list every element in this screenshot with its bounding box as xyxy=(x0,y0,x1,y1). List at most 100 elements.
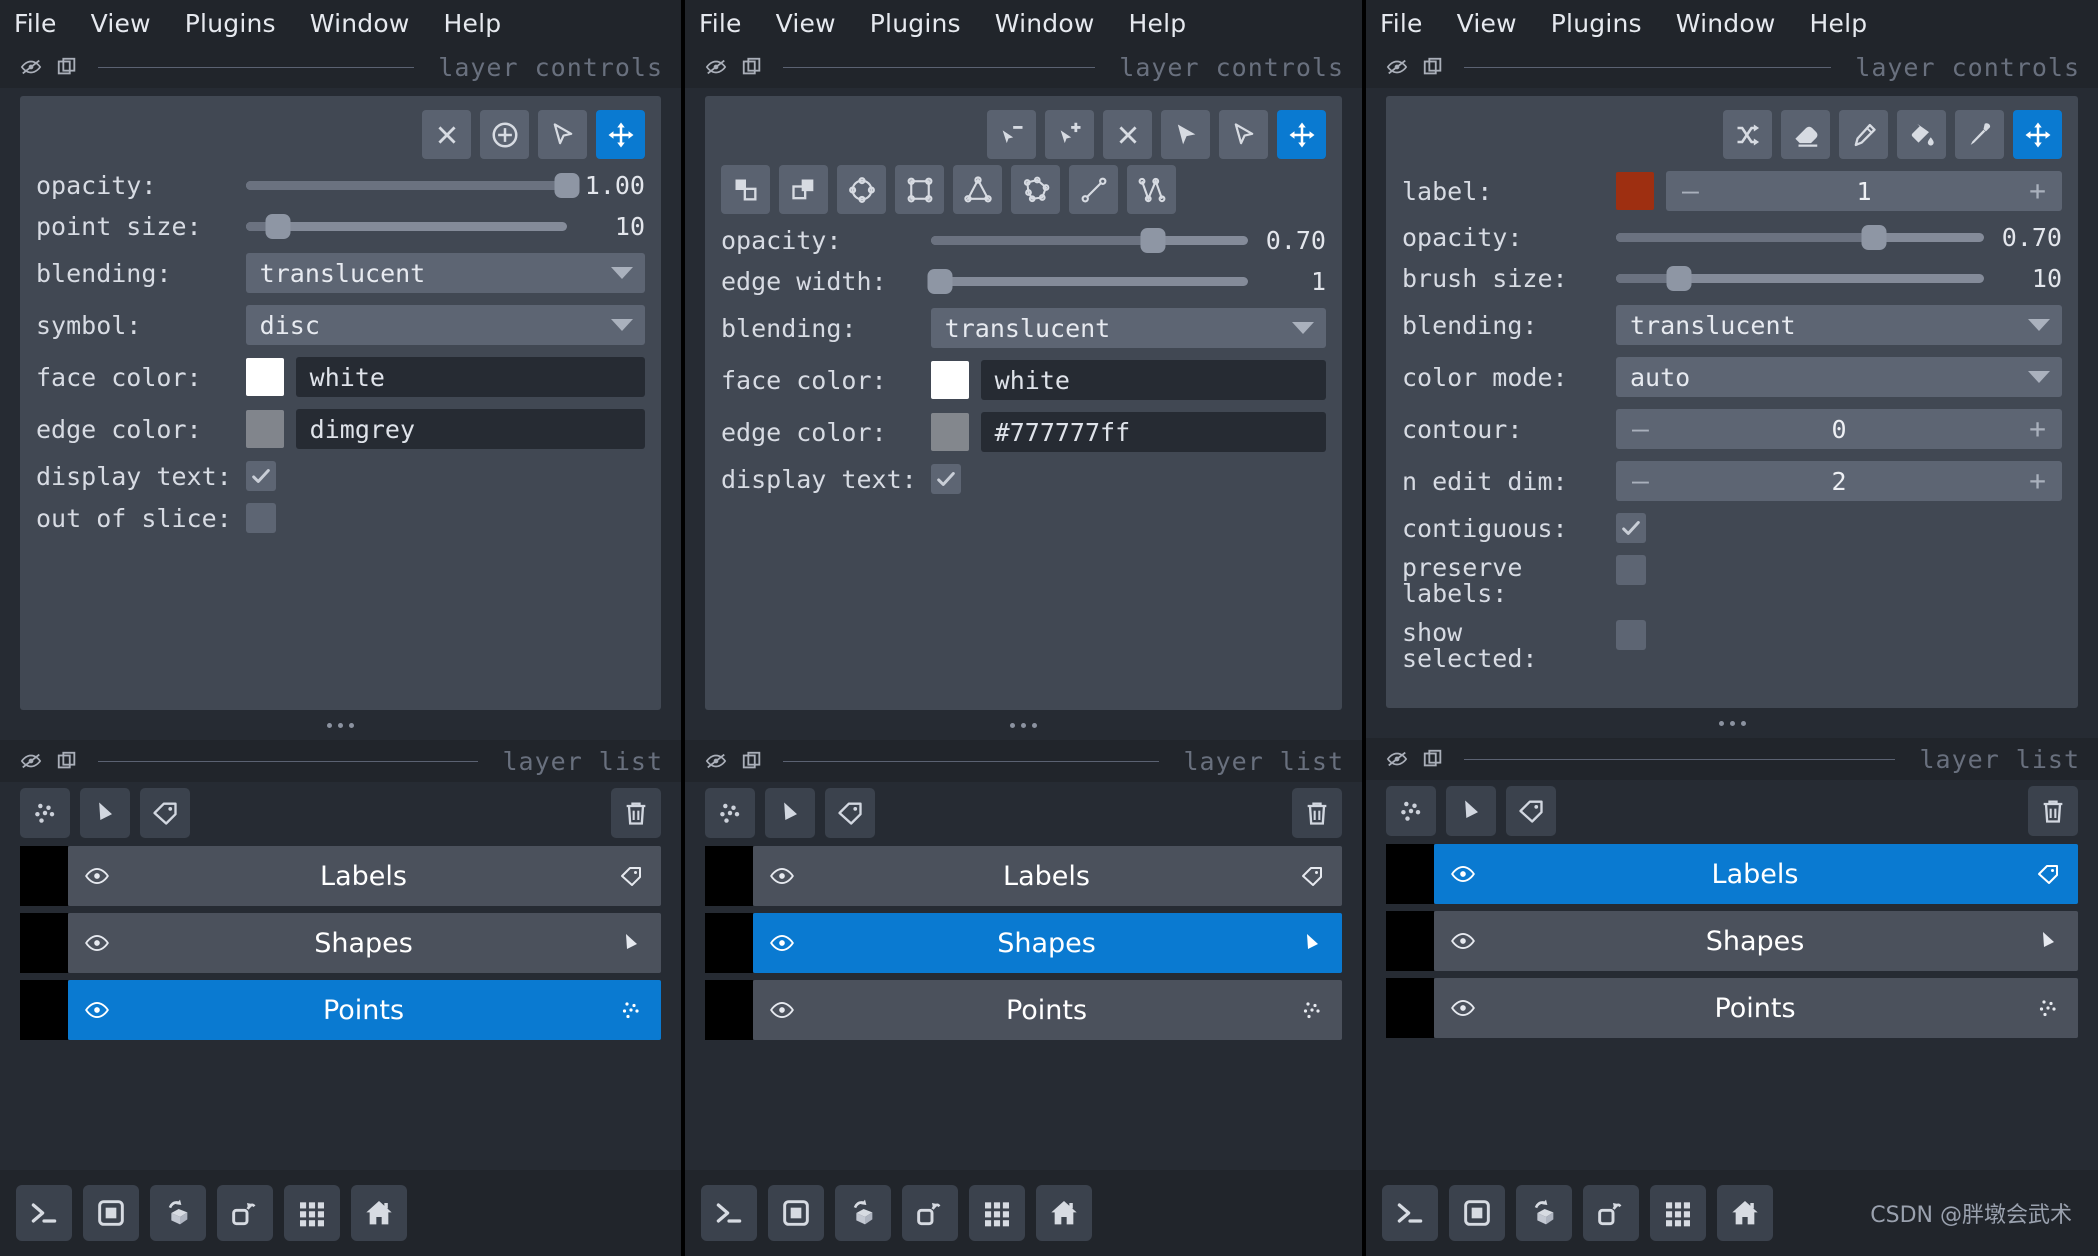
menu-window[interactable]: Window xyxy=(310,9,410,38)
grid-view-button[interactable] xyxy=(284,1185,340,1241)
direct-select-button[interactable] xyxy=(1161,110,1210,159)
symbol-dropdown[interactable]: disc xyxy=(245,305,645,345)
face-color-swatch[interactable] xyxy=(245,358,284,396)
increment-icon[interactable]: + xyxy=(2029,467,2046,495)
home-button[interactable] xyxy=(1717,1185,1773,1241)
show-selected-checkbox[interactable] xyxy=(1616,619,1646,650)
float-dock-icon[interactable] xyxy=(1422,56,1444,78)
add-line-button[interactable] xyxy=(1069,165,1118,214)
layer-row[interactable]: Points xyxy=(705,980,1342,1040)
new-points-layer-button[interactable] xyxy=(705,788,755,838)
face-color-input[interactable]: white xyxy=(295,357,645,397)
ndisplay-toggle-button[interactable] xyxy=(83,1185,139,1241)
visibility-eye-icon[interactable] xyxy=(1450,928,1484,954)
decrement-icon[interactable]: – xyxy=(1632,415,1649,443)
roll-dims-button[interactable] xyxy=(1516,1185,1572,1241)
pan-zoom-button[interactable] xyxy=(1277,110,1326,159)
blending-dropdown[interactable]: translucent xyxy=(1616,305,2062,345)
out-of-slice-checkbox[interactable] xyxy=(245,503,276,533)
increment-icon[interactable]: + xyxy=(2029,415,2046,443)
float-dock-icon[interactable] xyxy=(741,56,763,78)
add-polygon-lasso-button[interactable] xyxy=(1011,165,1060,214)
splitter-handle-panel1[interactable] xyxy=(0,710,681,740)
increment-icon[interactable]: + xyxy=(2029,177,2046,205)
roll-dims-button[interactable] xyxy=(150,1185,206,1241)
visibility-eye-icon[interactable] xyxy=(769,930,803,956)
contiguous-checkbox[interactable] xyxy=(1616,513,1646,543)
select-vertex-insert-button[interactable] xyxy=(1045,110,1094,159)
hide-dock-icon[interactable] xyxy=(705,56,727,78)
delete-layer-button[interactable] xyxy=(611,788,661,838)
splitter-handle-panel2[interactable] xyxy=(685,710,1362,740)
point-size-slider[interactable] xyxy=(245,214,567,239)
float-dock-icon[interactable] xyxy=(741,750,763,772)
delete-layer-button[interactable] xyxy=(2028,786,2078,836)
edge-color-swatch[interactable] xyxy=(930,413,969,451)
ndisplay-toggle-button[interactable] xyxy=(768,1185,824,1241)
visibility-eye-icon[interactable] xyxy=(84,863,118,889)
delete-layer-button[interactable] xyxy=(1292,788,1342,838)
menu-plugins[interactable]: Plugins xyxy=(870,9,961,38)
menu-file[interactable]: File xyxy=(14,9,57,38)
home-button[interactable] xyxy=(351,1185,407,1241)
new-shapes-layer-button[interactable] xyxy=(80,788,130,838)
hide-dock-icon[interactable] xyxy=(20,750,42,772)
visibility-eye-icon[interactable] xyxy=(769,863,803,889)
menu-plugins[interactable]: Plugins xyxy=(185,9,276,38)
float-dock-icon[interactable] xyxy=(56,56,78,78)
label-color-swatch[interactable] xyxy=(1616,172,1654,210)
select-shapes-button[interactable] xyxy=(1219,110,1268,159)
layer-row[interactable]: Labels xyxy=(1386,844,2078,904)
edge-color-swatch[interactable] xyxy=(245,410,284,448)
add-polygon-button[interactable] xyxy=(953,165,1002,214)
preserve-labels-checkbox[interactable] xyxy=(1616,555,1646,585)
layer-row[interactable]: Points xyxy=(1386,978,2078,1038)
face-color-input[interactable]: white xyxy=(980,360,1326,400)
menu-view[interactable]: View xyxy=(1457,9,1517,38)
eraser-button[interactable] xyxy=(1781,110,1830,159)
opacity-slider[interactable] xyxy=(930,228,1248,253)
menu-file[interactable]: File xyxy=(699,9,742,38)
new-points-layer-button[interactable] xyxy=(20,788,70,838)
visibility-eye-icon[interactable] xyxy=(84,930,118,956)
visibility-eye-icon[interactable] xyxy=(1450,995,1484,1021)
menu-help[interactable]: Help xyxy=(1129,9,1187,38)
ndisplay-toggle-button[interactable] xyxy=(1449,1185,1505,1241)
new-labels-layer-button[interactable] xyxy=(1506,786,1556,836)
decrement-icon[interactable]: – xyxy=(1632,467,1649,495)
opacity-slider[interactable] xyxy=(1616,225,1984,250)
grid-view-button[interactable] xyxy=(969,1185,1025,1241)
transpose-dims-button[interactable] xyxy=(902,1185,958,1241)
new-shapes-layer-button[interactable] xyxy=(765,788,815,838)
menu-window[interactable]: Window xyxy=(1676,9,1776,38)
paint-brush-button[interactable] xyxy=(1839,110,1888,159)
select-vertex-remove-button[interactable] xyxy=(987,110,1036,159)
menu-help[interactable]: Help xyxy=(1810,9,1868,38)
new-points-layer-button[interactable] xyxy=(1386,786,1436,836)
add-path-button[interactable] xyxy=(1127,165,1176,214)
grid-view-button[interactable] xyxy=(1650,1185,1706,1241)
shuffle-colors-button[interactable] xyxy=(1723,110,1772,159)
menu-file[interactable]: File xyxy=(1380,9,1423,38)
move-to-front-button[interactable] xyxy=(721,165,770,214)
console-button[interactable] xyxy=(16,1185,72,1241)
menu-view[interactable]: View xyxy=(91,9,151,38)
edge-color-input[interactable]: #777777ff xyxy=(980,412,1326,452)
pan-zoom-button[interactable] xyxy=(2013,110,2062,159)
visibility-eye-icon[interactable] xyxy=(1450,861,1484,887)
menu-window[interactable]: Window xyxy=(995,9,1095,38)
console-button[interactable] xyxy=(701,1185,757,1241)
blending-dropdown[interactable]: translucent xyxy=(930,308,1326,348)
add-points-button[interactable] xyxy=(480,110,529,159)
splitter-handle-panel3[interactable] xyxy=(1366,708,2098,738)
new-labels-layer-button[interactable] xyxy=(825,788,875,838)
console-button[interactable] xyxy=(1382,1185,1438,1241)
float-dock-icon[interactable] xyxy=(56,750,78,772)
hide-dock-icon[interactable] xyxy=(1386,56,1408,78)
new-shapes-layer-button[interactable] xyxy=(1446,786,1496,836)
decrement-icon[interactable]: – xyxy=(1682,177,1699,205)
hide-dock-icon[interactable] xyxy=(1386,748,1408,770)
visibility-eye-icon[interactable] xyxy=(769,997,803,1023)
layer-row[interactable]: Labels xyxy=(20,846,661,906)
layer-row[interactable]: Points xyxy=(20,980,661,1040)
